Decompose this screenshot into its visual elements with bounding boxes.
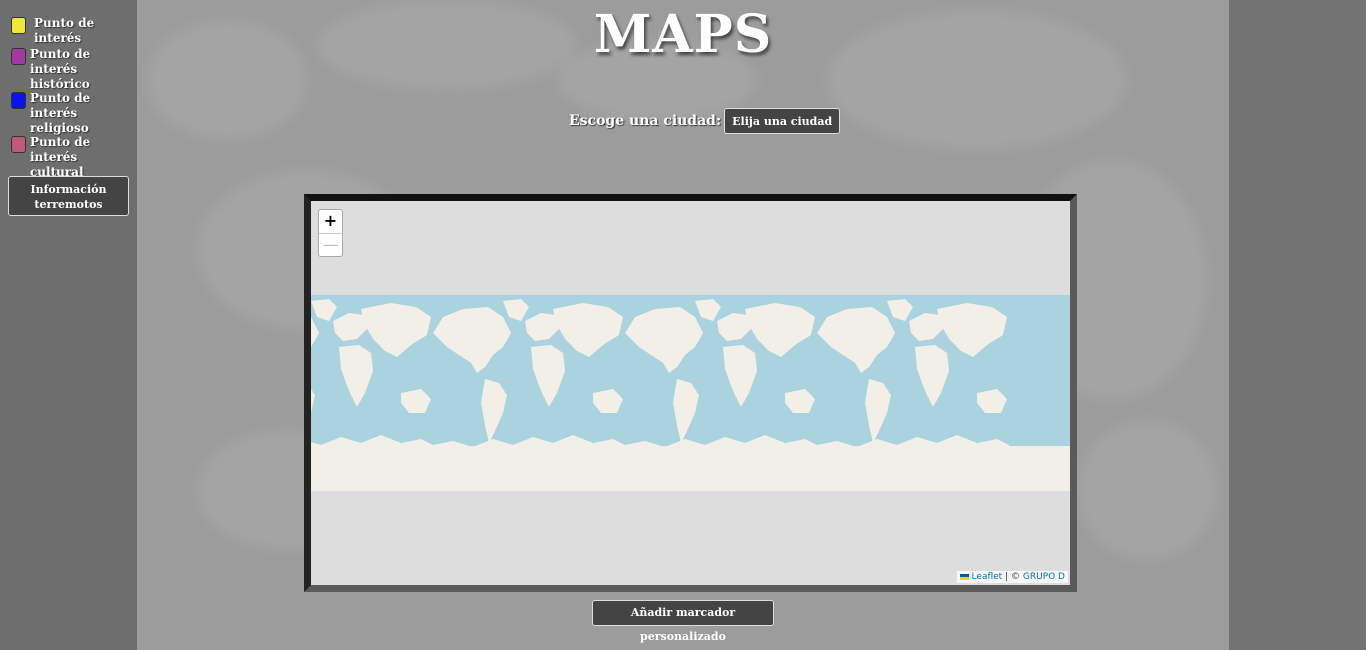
- legend-label: Punto de interés cultural: [30, 135, 91, 179]
- historic-swatch: [11, 48, 26, 65]
- page-title: MAPS: [593, 4, 773, 65]
- legend-item-religious: Punto de interés religioso: [11, 91, 130, 136]
- zoom-out-button[interactable]: —: [319, 233, 342, 256]
- add-custom-marker-button[interactable]: Añadir marcador personalizado: [592, 600, 774, 643]
- legend-label: Punto de interés histórico: [30, 47, 91, 91]
- city-select[interactable]: Elija una ciudad: [724, 108, 841, 134]
- earthquake-info-button[interactable]: Información terremotos: [8, 176, 129, 216]
- zoom-in-button[interactable]: +: [319, 210, 342, 233]
- legend-label: Punto de interés: [34, 16, 95, 45]
- city-label: Escoge una ciudad:: [569, 113, 722, 129]
- zoom-control: + —: [318, 209, 343, 257]
- poi-swatch: [11, 17, 26, 34]
- legend-label: Punto de interés religioso: [30, 91, 91, 135]
- legend-item-cultural: Punto de interés cultural: [11, 135, 130, 180]
- ukraine-flag-icon: [959, 573, 969, 580]
- religious-swatch: [11, 92, 26, 109]
- cultural-swatch: [11, 136, 26, 153]
- legend-panel: Punto de interés Punto de interés histór…: [0, 0, 137, 650]
- map-attribution: Leaflet | © GRUPO D: [956, 571, 1068, 583]
- city-select-value: Elija una ciudad: [732, 114, 833, 128]
- right-margin: [1229, 0, 1366, 650]
- map-frame: + — Leaflet | © GRUPO D: [304, 194, 1077, 592]
- legend-item-poi: Punto de interés: [11, 16, 134, 46]
- legend-item-historic: Punto de interés histórico: [11, 47, 130, 92]
- attribution-separator: |: [1005, 572, 1009, 582]
- city-chooser: Escoge una ciudad: Elija una ciudad: [569, 108, 841, 134]
- group-d-link[interactable]: GRUPO D: [1023, 572, 1065, 582]
- map-canvas[interactable]: + — Leaflet | © GRUPO D: [311, 201, 1070, 585]
- leaflet-link[interactable]: Leaflet: [972, 572, 1003, 582]
- world-map-tiles: [311, 201, 1070, 585]
- copyright-sign: ©: [1011, 572, 1020, 582]
